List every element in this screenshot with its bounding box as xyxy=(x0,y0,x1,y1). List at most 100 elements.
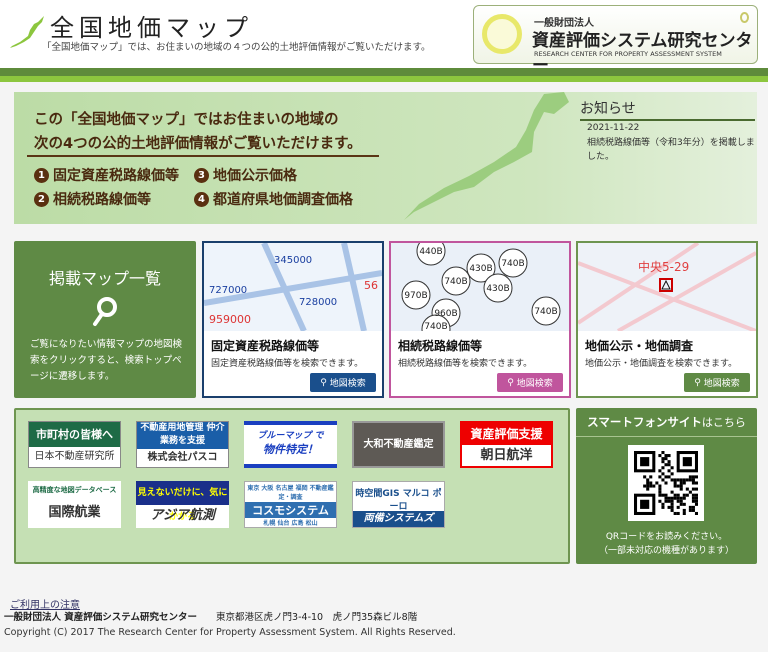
ad-bottom: 物件特定！ xyxy=(263,443,318,456)
ad-extra: 札幌 仙台 広島 松山 xyxy=(245,518,336,527)
ad-banner-cosmo[interactable]: 東京 大阪 名古屋 福岡 不動産鑑定・調査コスモシステム 札幌 仙台 広島 松山 xyxy=(244,481,337,528)
ad-bottom: 国際航業 xyxy=(48,505,101,520)
qr-note-2: （一部未対応の機種があります） xyxy=(598,546,734,556)
map-search-button[interactable]: ⚲ 地図検索 xyxy=(310,373,376,392)
map-label: 727000 xyxy=(209,285,247,296)
card-desc: 相続税路線価等を検索できます。 xyxy=(398,359,533,369)
map-label: 740B xyxy=(534,307,557,317)
ad-bottom: 朝日航洋 xyxy=(480,448,533,463)
number-badge: 2 xyxy=(34,191,49,207)
land-price-map-thumbnail[interactable]: 中央5-29 xyxy=(578,243,756,331)
map-label: 959000 xyxy=(209,313,251,326)
map-label: 中央5-29 xyxy=(638,259,689,274)
number-badge: 4 xyxy=(194,191,209,207)
item-label: 固定資産税路線価等 xyxy=(53,168,179,184)
map-label: 740B xyxy=(424,322,447,331)
card-inheritance: 440B 430B 740B 970B 740B 960B 430B 740B 740B 相続税… xyxy=(389,241,571,398)
item-label: 相続税路線価等 xyxy=(53,192,151,208)
footer-org-name: 一般財団法人 資産評価システム研究センター xyxy=(4,612,198,623)
banner-line2: 次の4つの公的土地評価情報がご覧いただけます。 xyxy=(34,136,362,152)
search-icon: ⚲ xyxy=(694,377,701,388)
map-label: 740B xyxy=(501,259,524,269)
map-label: 440B xyxy=(419,247,442,257)
search-icon xyxy=(93,297,117,326)
map-label: 740B xyxy=(444,277,467,287)
search-icon: ⚲ xyxy=(507,377,514,388)
intro-banner: この「全国地価マップ」ではお住まいの地域の 次の4つの公的土地評価情報がご覧いた… xyxy=(14,92,757,224)
item-label: 都道府県地価調査価格 xyxy=(213,192,353,208)
map-label: 430B xyxy=(486,284,509,294)
site-title: 全国地価マップ xyxy=(50,14,253,42)
map-list-panel: 掲載マップ一覧 ご覧になりたい情報マップの地図検索をクリックすると、検索トップペ… xyxy=(14,241,196,398)
banner-line1: この「全国地価マップ」ではお住まいの地域の xyxy=(34,112,339,128)
banner-divider xyxy=(27,155,379,157)
logo-ring-icon xyxy=(482,14,522,54)
card-desc: 固定資産税路線価等を検索できます。 xyxy=(211,359,364,369)
ad-banner-aeroasahi[interactable]: 資産評価支援朝日航洋 xyxy=(460,421,553,468)
map-search-button[interactable]: ⚲ 地図検索 xyxy=(497,373,563,392)
ad-top: 東京 大阪 名古屋 福岡 不動産鑑定・調査 xyxy=(245,482,336,502)
map-list-title: 掲載マップ一覧 xyxy=(48,269,161,288)
ad-banner-daiwa[interactable]: 大和不動産鑑定 xyxy=(352,421,445,468)
smartphone-title: スマートフォンサイトはこちら xyxy=(576,414,757,430)
footer-address: 東京都港区虎ノ門3-4-10 虎ノ門35森ビル8階 xyxy=(216,612,418,623)
ad-banner-kokusai[interactable]: 高精度な地図データベース国際航業 xyxy=(28,481,121,528)
ad-banner-pasco[interactable]: 不動産用地管理 仲介業務を支援 株式会社パスコ xyxy=(136,421,229,468)
divider xyxy=(576,436,757,437)
ad-top: 時空間GIS マルコ ポーロ xyxy=(355,489,442,512)
ad-top: ブルーマップ で xyxy=(257,431,324,441)
card-fixed-asset: 345000 727000 728000 959000 56 固定資産税路線価等 固定… xyxy=(202,241,384,398)
ad-banner-asia[interactable]: 見えないだけに、気にかかる アジア航測 xyxy=(136,481,229,528)
ad-bottom: アジア航測 xyxy=(150,508,215,523)
smartphone-title-rest: はこちら xyxy=(701,416,746,429)
site-subtitle: 「全国地価マップ」では、お住まいの地域の４つの公的土地評価情報がご覧いただけます… xyxy=(42,42,431,53)
ad-top: 高精度な地図データベース xyxy=(32,486,117,494)
map-label: 728000 xyxy=(299,297,337,308)
button-label: 地図検索 xyxy=(703,379,740,389)
button-label: 地図検索 xyxy=(329,379,366,389)
map-label: 345000 xyxy=(274,255,312,266)
news-text[interactable]: 相続税路線価等（令和3年分）を掲載しました。 xyxy=(587,136,757,164)
map-label: 970B xyxy=(404,291,427,301)
map-list-description: ご覧になりたい情報マップの地図検索をクリックすると、検索トップページに遷移します… xyxy=(30,339,183,382)
ad-banner-bluemap[interactable]: ブルーマップ で物件特定！ xyxy=(244,421,337,468)
qr-code xyxy=(628,445,704,521)
map-thumbnail: 中央5-29 xyxy=(578,243,756,331)
smartphone-panel: スマートフォンサイトはこちら QRコードをお読みください。 （一部未対応の機種があ… xyxy=(576,408,757,564)
ad-banner-jrei[interactable]: 市町村の皆様へ日本不動産研究所 xyxy=(28,421,121,468)
ad-bottom: 株式会社パスコ xyxy=(147,452,218,463)
qr-code-image xyxy=(634,451,698,515)
map-search-button[interactable]: ⚲ 地図検索 xyxy=(684,373,750,392)
copyright: Copyright (C) 2017 The Research Center f… xyxy=(4,627,456,638)
map-label: 430B xyxy=(469,264,492,274)
ad-top: 資産評価支援 xyxy=(462,423,551,445)
ad-top: 市町村の皆様へ xyxy=(29,422,120,447)
ad-bottom: 日本不動産研究所 xyxy=(34,451,115,462)
ad-top: 見えないだけに、気にかかる xyxy=(136,481,229,522)
number-badge: 3 xyxy=(194,167,209,183)
number-badge: 1 xyxy=(34,167,49,183)
org-logo-line3: RESEARCH CENTER FOR PROPERTY ASSESSMENT … xyxy=(534,50,722,58)
map-label: 960B xyxy=(434,309,457,319)
item-label: 地価公示価格 xyxy=(213,168,297,184)
button-label: 地図検索 xyxy=(516,379,553,389)
footer-org: 一般財団法人 資産評価システム研究センター 東京都港区虎ノ門3-4-10 虎ノ門… xyxy=(4,609,417,623)
ad-banner-ryobi[interactable]: 時空間GIS マルコ ポーロ 両備システムズ xyxy=(352,481,445,528)
header: 全国地価マップ 「全国地価マップ」では、お住まいの地域の４つの公的土地評価情報が… xyxy=(0,0,768,76)
search-icon: ⚲ xyxy=(320,377,327,388)
card-title: 地価公示・地価調査 xyxy=(585,339,694,353)
card-land-price: 中央5-29 地価公示・地価調査 地価公示・地価調査を検索できます。 ⚲ 地図検索 xyxy=(576,241,758,398)
org-logo[interactable]: 一般財団法人 資産評価システム研究センター RESEARCH CENTER FO… xyxy=(473,5,758,76)
banner-item-3: 3 地価公示価格 xyxy=(194,165,297,185)
news-title: お知らせ xyxy=(580,101,636,117)
ad-bottom: 両備システムズ xyxy=(353,511,444,527)
banner-item-2: 2 相続税路線価等 xyxy=(34,189,151,209)
map-thumbnail: 345000 727000 728000 959000 56 xyxy=(204,243,382,331)
qr-note-1: QRコードをお読みください。 xyxy=(605,532,728,542)
inheritance-map-thumbnail[interactable]: 440B 430B 740B 970B 740B 960B 430B 740B 740B xyxy=(391,243,569,331)
qr-note: QRコードをお読みください。 （一部未対応の機種があります） xyxy=(576,530,757,558)
sponsor-banners: 市町村の皆様へ日本不動産研究所 不動産用地管理 仲介業務を支援 株式会社パスコ ブ… xyxy=(14,408,570,564)
fixed-asset-map-thumbnail[interactable]: 345000 727000 728000 959000 56 xyxy=(204,243,382,331)
ad-bottom: コスモシステム xyxy=(252,504,329,517)
logo-dot-icon xyxy=(740,12,749,23)
